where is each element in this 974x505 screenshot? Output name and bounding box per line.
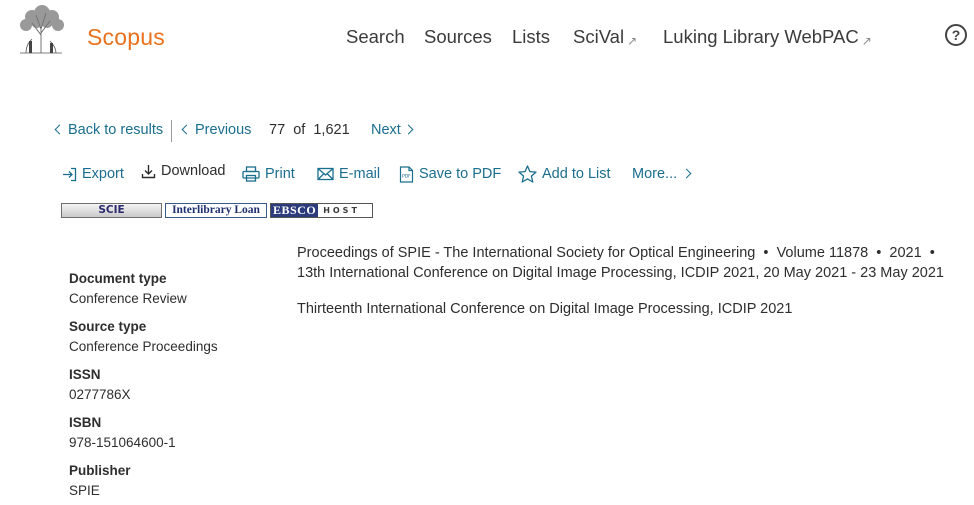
save-to-pdf-button[interactable]: PDF Save to PDF: [399, 164, 501, 184]
download-label: Download: [161, 163, 226, 179]
issn-label: ISSN: [69, 367, 101, 382]
chevron-left-icon: [181, 124, 192, 135]
source-year: 2021: [889, 245, 922, 261]
export-label: Export: [82, 166, 124, 182]
source-journal-name[interactable]: Proceedings of SPIE - The International …: [297, 245, 755, 261]
more-button[interactable]: More...: [632, 164, 692, 184]
source-journal-line: Proceedings of SPIE - The International …: [297, 245, 935, 261]
help-icon[interactable]: ?: [945, 24, 967, 46]
source-volume: Volume 11878: [776, 245, 869, 261]
result-position: 77 of 1,621: [269, 122, 350, 140]
back-to-results-label: Back to results: [68, 122, 164, 138]
source-type-value: Conference Proceedings: [69, 339, 218, 354]
isbn-value: 978-151064600-1: [69, 435, 176, 450]
back-to-results-link[interactable]: Back to results: [54, 122, 164, 140]
nav-search-label: Search: [346, 26, 405, 47]
nav-scival-label: SciVal: [573, 26, 625, 47]
print-button[interactable]: Print: [242, 164, 295, 184]
email-button[interactable]: E-mail: [317, 164, 380, 184]
document-title: Thirteenth International Conference on D…: [297, 301, 793, 317]
next-link[interactable]: Next: [371, 122, 414, 140]
of-label: of: [293, 122, 306, 138]
nav-lists[interactable]: Lists: [512, 26, 550, 50]
scopus-logo-text[interactable]: Scopus: [87, 24, 165, 51]
envelope-icon: [317, 167, 334, 181]
bullet-separator: •: [876, 245, 882, 261]
nav-search[interactable]: Search: [346, 26, 405, 50]
external-link-icon: ↗: [861, 34, 872, 48]
add-to-list-label: Add to List: [542, 166, 611, 182]
issn-value: 0277786X: [69, 387, 131, 402]
chevron-right-icon: [403, 124, 414, 135]
host-logo-text: HOST: [323, 206, 360, 215]
chevron-left-icon: [54, 124, 65, 135]
star-icon: [518, 165, 537, 183]
pdf-icon: PDF: [399, 165, 414, 183]
current-index: 77: [269, 122, 286, 138]
elsevier-tree-logo[interactable]: [12, 5, 70, 55]
ebsco-logo-text: EBSCO: [271, 203, 319, 217]
download-icon: [141, 164, 156, 178]
more-label: More...: [632, 166, 678, 182]
isbn-label: ISBN: [69, 415, 102, 430]
chevron-right-icon: [681, 168, 692, 178]
printer-icon: [242, 166, 260, 182]
scie-badge[interactable]: SCIE: [61, 203, 162, 218]
document-type-label: Document type: [69, 271, 167, 286]
nav-lists-label: Lists: [512, 26, 551, 47]
document-type-value: Conference Review: [69, 291, 187, 306]
interlibrary-loan-badge[interactable]: Interlibrary Loan: [165, 203, 267, 218]
email-label: E-mail: [339, 166, 381, 182]
add-to-list-button[interactable]: Add to List: [518, 164, 611, 184]
nav-luking-library-label: Luking Library WebPAC: [663, 26, 859, 47]
next-label: Next: [371, 122, 401, 138]
nav-sources-label: Sources: [424, 26, 492, 47]
export-icon: [63, 167, 77, 181]
nav-luking-library[interactable]: Luking Library WebPAC ↗: [663, 26, 872, 50]
conference-details: 13th International Conference on Digital…: [297, 265, 944, 281]
divider: [171, 120, 172, 142]
nav-sources[interactable]: Sources: [424, 26, 492, 50]
bullet-separator: •: [929, 245, 935, 261]
bullet-separator: •: [763, 245, 769, 261]
nav-scival[interactable]: SciVal ↗: [573, 26, 637, 50]
publisher-value: SPIE: [69, 483, 100, 498]
external-link-icon: ↗: [627, 34, 638, 48]
publisher-label: Publisher: [69, 463, 131, 478]
ebsco-host-badge[interactable]: EBSCO HOST: [270, 203, 373, 218]
print-label: Print: [265, 166, 295, 182]
previous-label: Previous: [195, 122, 252, 138]
total-count: 1,621: [313, 122, 350, 138]
svg-text:PDF: PDF: [402, 173, 411, 179]
previous-link[interactable]: Previous: [181, 122, 252, 140]
source-type-label: Source type: [69, 319, 147, 334]
export-button[interactable]: Export: [62, 164, 124, 184]
download-button[interactable]: Download: [141, 161, 226, 181]
save-to-pdf-label: Save to PDF: [419, 166, 502, 182]
